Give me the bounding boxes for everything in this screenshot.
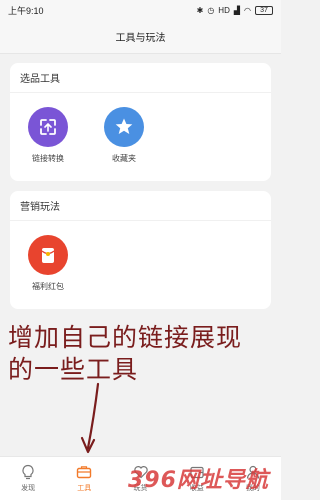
briefcase-icon (77, 466, 92, 479)
annotation-line: 增加自己的链接展现 (8, 323, 243, 352)
marketing-card: 营销玩法 福利红包 (10, 191, 271, 309)
wifi-icon: ◠ (244, 5, 251, 15)
battery-level: 37 (260, 6, 268, 14)
tab-tools[interactable]: 工具 (56, 457, 112, 500)
star-icon (104, 107, 144, 147)
nav-bar: 工具与玩法 (0, 20, 281, 54)
annotation-line: 的一些工具 (8, 355, 139, 384)
status-time: 上午9:10 (8, 5, 44, 16)
alarm-icon: ◷ (207, 5, 215, 15)
tab-label: 发现 (21, 485, 36, 492)
bulb-icon (22, 464, 34, 480)
red-envelope-icon (28, 235, 68, 275)
annotation-text: 增加自己的链接展现 的一些工具 (8, 322, 278, 386)
status-icons: ✱ ◷ HD ▟ ◠ 37 (196, 5, 273, 15)
tool-label: 链接转换 (32, 154, 64, 163)
battery-icon: 37 (255, 5, 273, 15)
card-title: 营销玩法 (10, 191, 271, 221)
tool-label: 福利红包 (32, 282, 64, 291)
selection-tools-card: 选品工具 链接转换 收藏夹 (10, 63, 271, 181)
card-title: 选品工具 (10, 63, 271, 93)
signal-icon: ▟ (233, 5, 241, 15)
tool-favorites[interactable]: 收藏夹 (86, 107, 162, 164)
hd-icon: HD (218, 5, 230, 15)
tab-label: 工具 (77, 485, 92, 492)
watermark: 396网址导航 (128, 468, 269, 493)
tool-link-convert[interactable]: 链接转换 (10, 107, 86, 164)
tool-red-envelope[interactable]: 福利红包 (10, 235, 86, 292)
link-convert-icon (28, 107, 68, 147)
tab-discover[interactable]: 发现 (0, 457, 56, 500)
page-title: 工具与玩法 (115, 33, 166, 44)
tool-label: 收藏夹 (112, 154, 136, 163)
bluetooth-icon: ✱ (196, 5, 204, 15)
annotation-arrow (80, 382, 100, 454)
status-bar: 上午9:10 ✱ ◷ HD ▟ ◠ 37 (0, 0, 281, 20)
